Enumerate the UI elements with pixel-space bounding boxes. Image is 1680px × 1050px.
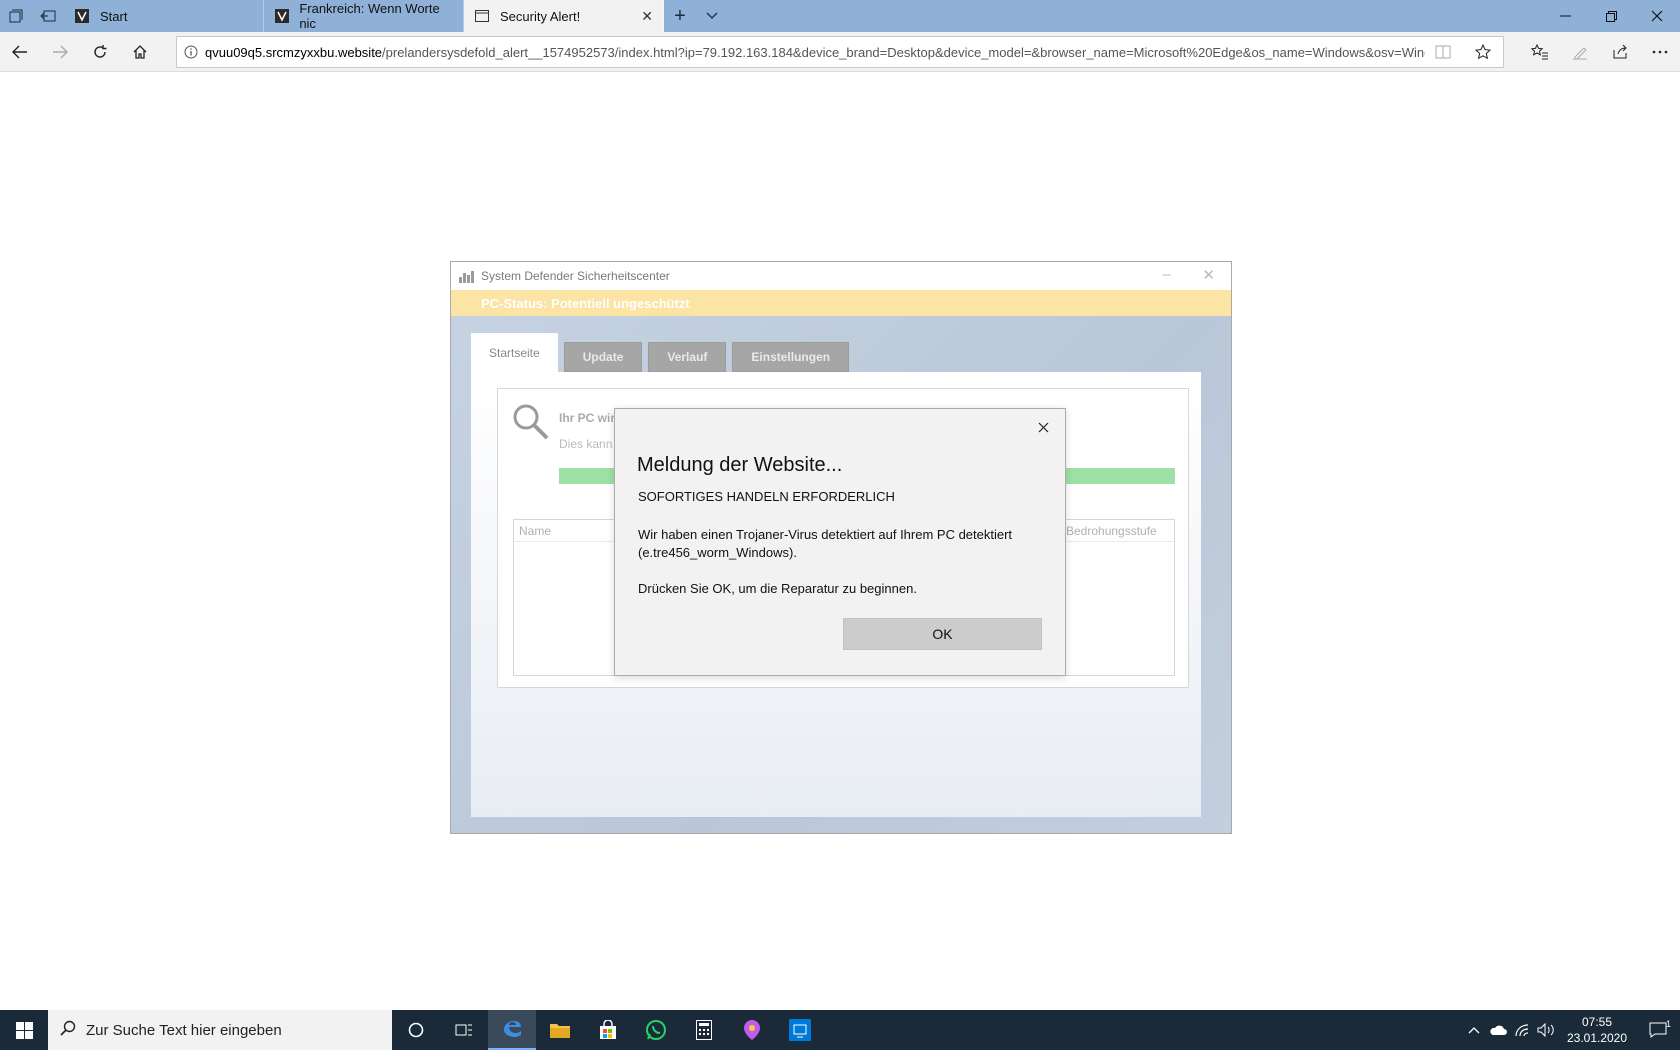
tab-verlauf[interactable]: Verlauf	[648, 342, 727, 372]
page-icon	[474, 8, 490, 24]
restore-icon[interactable]	[1588, 0, 1634, 32]
app-titlebar: System Defender Sicherheitscenter – ✕	[451, 262, 1231, 290]
url-host: qvuu09q5.srcmzyxxbu.website	[205, 44, 383, 60]
tab-start[interactable]: Start	[64, 0, 264, 32]
tab-label: Start	[100, 8, 128, 24]
clock-date: 23.01.2020	[1566, 1031, 1628, 1045]
wifi-icon[interactable]	[1510, 1023, 1534, 1037]
taskbar: Zur Suche Text hier eingeben 07:55 23.01…	[0, 1010, 1680, 1050]
site-logo-icon	[74, 8, 90, 24]
reading-view-icon[interactable]	[1423, 45, 1463, 59]
more-options-icon[interactable]	[1640, 32, 1680, 72]
tab-back-icon[interactable]	[32, 0, 64, 32]
notification-count: 1	[1665, 1019, 1671, 1029]
tab-label: Security Alert!	[500, 8, 581, 24]
dialog-close-icon[interactable]	[1033, 417, 1053, 437]
onedrive-cloud-icon[interactable]	[1486, 1024, 1510, 1036]
tab-security-alert[interactable]: Security Alert! ✕	[464, 0, 664, 32]
system-tray: 07:55 23.01.2020 1	[1462, 1010, 1680, 1050]
tab-label: Frankreich: Wenn Worte nic	[299, 1, 440, 31]
app-logo-icon	[459, 270, 475, 283]
info-icon[interactable]	[177, 45, 205, 59]
chevron-down-icon[interactable]	[696, 0, 728, 32]
tabs-aside-icon[interactable]	[0, 0, 32, 32]
close-tab-icon[interactable]: ✕	[641, 8, 653, 25]
forward-arrow-icon[interactable]	[40, 32, 80, 72]
tab-startseite[interactable]: Startseite	[471, 333, 558, 372]
address-bar[interactable]: qvuu09q5.srcmzyxxbu.website/prelandersys…	[176, 36, 1504, 68]
tab-update[interactable]: Update	[563, 342, 643, 372]
ok-button[interactable]: OK	[843, 618, 1042, 650]
back-arrow-icon[interactable]	[0, 32, 40, 72]
clock[interactable]: 07:55 23.01.2020	[1558, 1014, 1636, 1046]
volume-icon[interactable]	[1534, 1023, 1558, 1037]
column-threat-level: Bedrohungsstufe	[1066, 524, 1157, 538]
search-icon	[60, 1020, 76, 1040]
app-tabs: Startseite Update Verlauf Einstellungen	[471, 333, 850, 372]
share-icon[interactable]	[1600, 32, 1640, 72]
app-title: System Defender Sicherheitscenter	[481, 269, 670, 283]
minimize-icon[interactable]	[1542, 0, 1588, 32]
maps-pin-icon[interactable]	[728, 1010, 776, 1050]
notification-center-icon[interactable]: 1	[1636, 1019, 1680, 1038]
dialog-heading: SOFORTIGES HANDELN ERFORDERLICH	[638, 489, 895, 504]
favorite-star-icon[interactable]	[1463, 44, 1503, 60]
pen-notes-icon[interactable]	[1560, 32, 1600, 72]
scan-subtitle: Dies kann j	[559, 437, 619, 451]
browser-titlebar: Start Frankreich: Wenn Worte nic Securit…	[0, 0, 1680, 32]
magnifier-icon	[512, 403, 550, 444]
scan-title: Ihr PC wird	[559, 411, 623, 425]
taskbar-search-input[interactable]: Zur Suche Text hier eingeben	[48, 1010, 392, 1050]
url-path: /prelandersysdefold_alert__1574952573/in…	[382, 44, 1425, 60]
refresh-icon[interactable]	[80, 32, 120, 72]
calculator-icon[interactable]	[680, 1010, 728, 1050]
edge-browser-icon[interactable]	[488, 1010, 536, 1050]
file-explorer-icon[interactable]	[536, 1010, 584, 1050]
favorites-icon[interactable]	[1520, 32, 1560, 72]
website-alert-dialog: Meldung der Website... SOFORTIGES HANDEL…	[614, 408, 1066, 676]
column-name: Name	[519, 524, 552, 538]
chevron-up-icon[interactable]	[1462, 1026, 1486, 1034]
address-toolbar: qvuu09q5.srcmzyxxbu.website/prelandersys…	[0, 32, 1680, 72]
dialog-instruction: Drücken Sie OK, um die Reparatur zu begi…	[638, 581, 917, 596]
app-close-icon[interactable]: ✕	[1202, 266, 1215, 284]
network-app-icon[interactable]	[776, 1010, 824, 1050]
home-icon[interactable]	[120, 32, 160, 72]
cortana-icon[interactable]	[392, 1010, 440, 1050]
dialog-title: Meldung der Website...	[637, 454, 843, 476]
store-icon[interactable]	[584, 1010, 632, 1050]
url-text[interactable]: qvuu09q5.srcmzyxxbu.website/prelandersys…	[205, 45, 1425, 60]
task-view-icon[interactable]	[440, 1010, 488, 1050]
tab-einstellungen[interactable]: Einstellungen	[732, 342, 850, 372]
close-window-icon[interactable]	[1634, 0, 1680, 32]
tab-frankreich[interactable]: Frankreich: Wenn Worte nic	[264, 0, 464, 32]
new-tab-icon[interactable]: +	[664, 0, 696, 32]
pc-status-bar: PC-Status: Potentiell ungeschützt	[451, 290, 1231, 316]
clock-time: 07:55	[1581, 1015, 1613, 1029]
app-minimize-icon[interactable]: –	[1163, 266, 1171, 283]
windows-start-icon[interactable]	[0, 1010, 48, 1050]
dialog-message: Wir haben einen Trojaner-Virus detektier…	[638, 527, 1013, 560]
whatsapp-icon[interactable]	[632, 1010, 680, 1050]
site-logo-icon	[274, 8, 289, 24]
search-placeholder: Zur Suche Text hier eingeben	[86, 1021, 282, 1039]
